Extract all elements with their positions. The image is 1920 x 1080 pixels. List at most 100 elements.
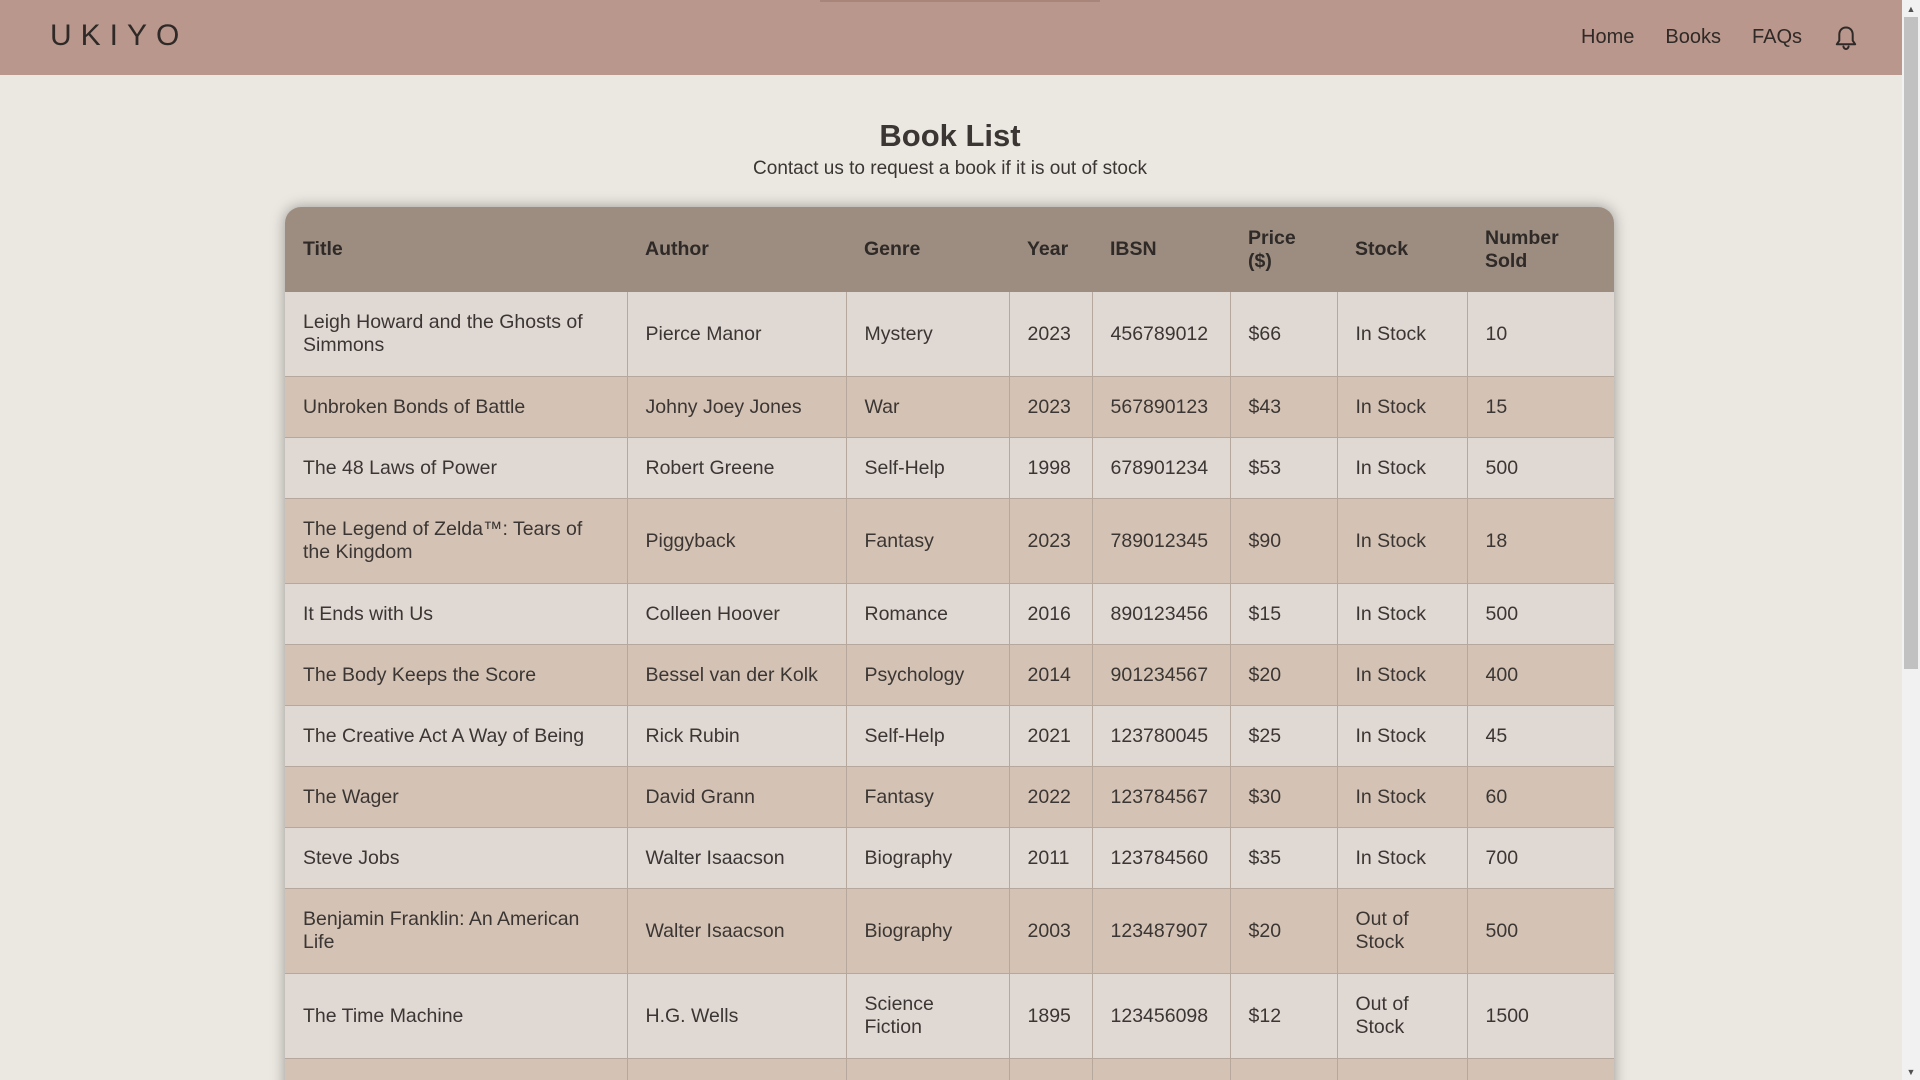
ibsn-cell: 123487907 (1092, 888, 1231, 974)
genre-cell: Biography (846, 827, 1010, 889)
page: UKIYO Home Books FAQs Book List Contact … (0, 0, 1902, 1080)
stock-cell: In Stock (1337, 583, 1468, 645)
scrollbar-thumb[interactable] (1904, 17, 1918, 669)
title-cell: Leigh Howard and the Ghosts of Simmons (285, 292, 628, 377)
title-cell: The Legend of Zelda™: Tears of the Kingd… (285, 498, 628, 584)
year-cell: 2016 (1009, 583, 1093, 645)
table-row: Steve Jobs Walter Isaacson Biography 2011 12… (285, 827, 1614, 889)
table-row: It Ends with Us Colleen Hoover Romance 2016… (285, 583, 1614, 645)
column-header-price[interactable]: Price ($) (1230, 207, 1337, 292)
table-row: Unbroken Bonds of Battle Johny Joey Jones… (285, 376, 1614, 438)
title-cell: The Time Machine (285, 973, 628, 1059)
title-cell: The Body Keeps the Score (285, 644, 628, 706)
genre-cell: Self-Help (846, 705, 1010, 767)
price-cell: $20 (1230, 644, 1338, 706)
genre-cell: War (846, 376, 1010, 438)
author-cell: Walter Isaacson (627, 888, 847, 974)
price-cell: $35 (1230, 827, 1338, 889)
stock-cell (1337, 1058, 1468, 1080)
ibsn-cell (1092, 1058, 1231, 1080)
number-sold-cell: 15 (1467, 376, 1614, 438)
scroll-up-arrow-icon[interactable]: ▲ (1902, 0, 1920, 17)
genre-cell: Fantasy (846, 766, 1010, 828)
table-body: Leigh Howard and the Ghosts of Simmons Pi… (285, 292, 1614, 1080)
table-header: Title Author Genre Year IBSN Price ($) S… (285, 207, 1614, 292)
title-cell: Steve Jobs (285, 827, 628, 889)
year-cell: 2021 (1009, 705, 1093, 767)
table-row: The Time Machine H.G. Wells Science Fictio… (285, 973, 1614, 1059)
author-cell: H.G. Wells (627, 973, 847, 1059)
page-title: Book List (879, 117, 1021, 153)
stock-cell: In Stock (1337, 766, 1468, 828)
number-sold-cell: 1500 (1467, 973, 1614, 1059)
ibsn-cell: 123784567 (1092, 766, 1231, 828)
book-table-container: Title Author Genre Year IBSN Price ($) S… (285, 207, 1614, 1080)
price-cell: $90 (1230, 498, 1338, 584)
stock-cell: In Stock (1337, 705, 1468, 767)
genre-cell: Mystery (846, 292, 1010, 377)
page-subtitle: Contact us to request a book if it is ou… (753, 158, 1147, 179)
year-cell: 1998 (1009, 437, 1093, 499)
nav-faqs-link[interactable]: FAQs (1752, 26, 1802, 49)
table-row: The Legend of Zelda™: Tears of the Kingd… (285, 498, 1614, 584)
vertical-scrollbar[interactable]: ▲ ▼ (1902, 0, 1920, 1080)
year-cell: 2022 (1009, 766, 1093, 828)
ibsn-cell: 901234567 (1092, 644, 1231, 706)
price-cell: $20 (1230, 888, 1338, 974)
year-cell: 2014 (1009, 644, 1093, 706)
table-row: The 48 Laws of Power Robert Greene Self-He… (285, 437, 1614, 499)
year-cell: 2003 (1009, 888, 1093, 974)
number-sold-cell: 400 (1467, 644, 1614, 706)
table-row: The Creative Act A Way of Being Rick Rubi… (285, 705, 1614, 767)
number-sold-cell: 500 (1467, 888, 1614, 974)
ibsn-cell: 567890123 (1092, 376, 1231, 438)
number-sold-cell: 10 (1467, 292, 1614, 377)
title-cell: The Creative Act A Way of Being (285, 705, 628, 767)
author-cell: Bessel van der Kolk (627, 644, 847, 706)
number-sold-cell: 500 (1467, 437, 1614, 499)
column-header-stock[interactable]: Stock (1337, 207, 1467, 292)
price-cell: $15 (1230, 583, 1338, 645)
bell-icon[interactable] (1832, 24, 1860, 52)
scroll-down-arrow-icon[interactable]: ▼ (1902, 1063, 1920, 1080)
ibsn-cell: 789012345 (1092, 498, 1231, 584)
column-header-title[interactable]: Title (285, 207, 627, 292)
nav-books-link[interactable]: Books (1665, 26, 1721, 49)
title-cell: Unbroken Bonds of Battle (285, 376, 628, 438)
title-cell: The 48 Laws of Power (285, 437, 628, 499)
column-header-author[interactable]: Author (627, 207, 846, 292)
table-header-row: Title Author Genre Year IBSN Price ($) S… (285, 207, 1614, 292)
price-cell (1230, 1058, 1338, 1080)
genre-cell: Psychology (846, 644, 1010, 706)
ibsn-cell: 678901234 (1092, 437, 1231, 499)
nav-home-link[interactable]: Home (1581, 26, 1634, 49)
number-sold-cell: 500 (1467, 583, 1614, 645)
column-header-ibsn[interactable]: IBSN (1092, 207, 1230, 292)
brand-logo[interactable]: UKIYO (50, 19, 188, 53)
book-table: Title Author Genre Year IBSN Price ($) S… (285, 207, 1614, 1080)
top-navbar: UKIYO Home Books FAQs (0, 0, 1902, 75)
genre-cell: Biography (846, 888, 1010, 974)
stock-cell: In Stock (1337, 437, 1468, 499)
price-cell: $53 (1230, 437, 1338, 499)
column-header-year[interactable]: Year (1009, 207, 1092, 292)
genre-cell (846, 1058, 1010, 1080)
author-cell: Piggyback (627, 498, 847, 584)
title-cell: It Ends with Us (285, 583, 628, 645)
genre-cell: Self-Help (846, 437, 1010, 499)
column-header-number-sold[interactable]: Number Sold (1467, 207, 1614, 292)
author-cell (627, 1058, 847, 1080)
table-row: Leigh Howard and the Ghosts of Simmons Pi… (285, 292, 1614, 377)
price-cell: $30 (1230, 766, 1338, 828)
table-row (285, 1058, 1614, 1080)
stock-cell: Out of Stock (1337, 888, 1468, 974)
stock-cell: In Stock (1337, 644, 1468, 706)
price-cell: $12 (1230, 973, 1338, 1059)
ibsn-cell: 890123456 (1092, 583, 1231, 645)
stock-cell: In Stock (1337, 827, 1468, 889)
number-sold-cell (1467, 1058, 1614, 1080)
price-cell: $25 (1230, 705, 1338, 767)
column-header-genre[interactable]: Genre (846, 207, 1009, 292)
genre-cell: Romance (846, 583, 1010, 645)
price-cell: $43 (1230, 376, 1338, 438)
